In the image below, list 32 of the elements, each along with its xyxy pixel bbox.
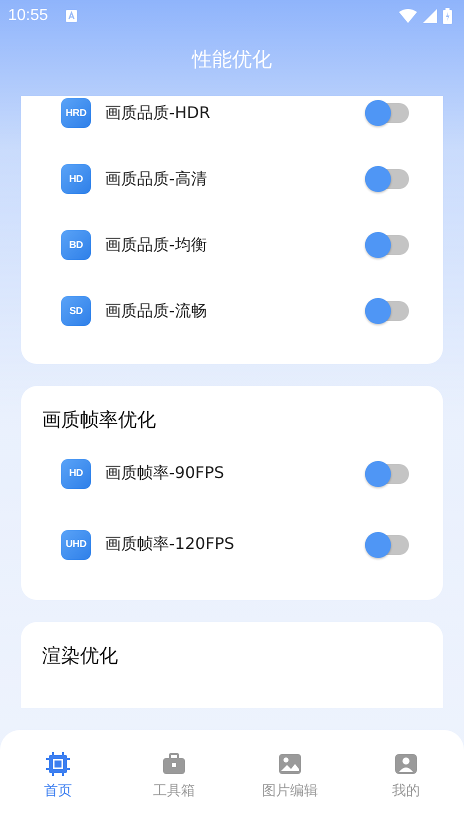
notification-icon — [66, 10, 78, 22]
battery-icon — [443, 8, 452, 24]
nav-tab[interactable]: 图片编辑 — [232, 730, 348, 826]
chip-icon — [46, 752, 70, 776]
status-time: 10:55 — [8, 7, 48, 25]
quality-badge-icon: SD — [61, 296, 91, 326]
setting-label: 画质帧率-90FPS — [105, 463, 224, 484]
setting-label: 画质品质-均衡 — [105, 234, 207, 256]
nav-tab[interactable]: 我的 — [348, 730, 464, 826]
wifi-icon — [399, 9, 417, 23]
toggle-switch[interactable] — [365, 103, 409, 123]
signal-icon — [423, 9, 437, 23]
person-icon — [394, 752, 418, 776]
section-title: 画质帧率优化 — [41, 408, 157, 433]
toggle-switch[interactable] — [365, 301, 409, 321]
setting-label: 画质帧率-120FPS — [105, 534, 234, 555]
nav-tab[interactable]: 首页 — [0, 730, 116, 826]
setting-label: 画质品质-流畅 — [105, 300, 207, 322]
toolbox-icon — [162, 752, 186, 776]
quality-badge-icon: HRD — [61, 98, 91, 128]
quality-badge-icon: HD — [61, 458, 91, 488]
nav-tab[interactable]: 工具箱 — [116, 730, 232, 826]
page-title: 性能优化 — [192, 46, 272, 73]
setting-label: 画质品质-高清 — [105, 168, 207, 190]
image-icon — [278, 752, 302, 776]
setting-label: 画质品质-HDR — [105, 102, 210, 124]
quality-badge-icon: UHD — [61, 530, 91, 560]
quality-badge-icon: HD — [61, 164, 91, 194]
toggle-switch[interactable] — [365, 169, 409, 189]
section-title: 渲染优化 — [41, 644, 119, 669]
quality-badge-icon: BD — [61, 230, 91, 260]
toggle-switch[interactable] — [365, 235, 409, 255]
